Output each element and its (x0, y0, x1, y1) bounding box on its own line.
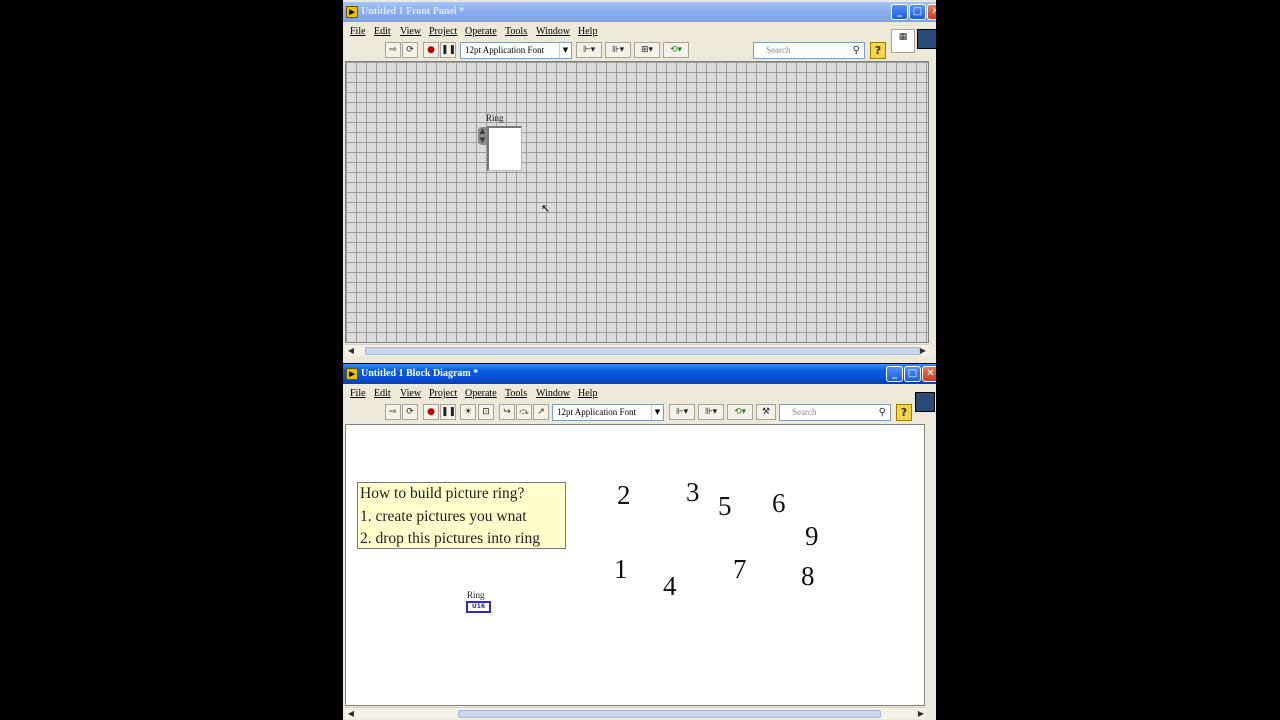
search-icon[interactable]: ⚲ (879, 405, 886, 420)
menu-bar: File Edit View Project Operate Tools Win… (343, 385, 936, 402)
labview-app-icon: ▶ (346, 6, 358, 18)
run-continuously-icon[interactable]: ⟳ (402, 404, 418, 420)
run-arrow-icon[interactable]: ⇨ (385, 404, 401, 420)
menu-help[interactable]: Help (578, 388, 597, 399)
maximize-icon[interactable]: □ (904, 366, 921, 382)
abort-icon[interactable]: ● (423, 42, 439, 58)
search-input[interactable]: Search ⚲ (753, 42, 865, 59)
window-title: Untitled 1 Block Diagram * (361, 368, 479, 379)
chevron-down-icon: ▼ (559, 43, 571, 58)
scroll-right-icon[interactable]: ▶ (915, 708, 927, 719)
connector-pane-icon[interactable]: ▦ (891, 29, 915, 53)
menu-window[interactable]: Window (536, 388, 570, 399)
close-icon[interactable]: ✕ (922, 366, 936, 382)
ring-control-label: Ring (486, 113, 504, 123)
menu-operate[interactable]: Operate (465, 388, 497, 399)
ring-terminal[interactable]: U16 (466, 601, 491, 613)
menu-file[interactable]: File (350, 26, 366, 37)
horizontal-scrollbar[interactable]: ◀ ▶ (345, 344, 929, 356)
pause-icon[interactable]: ❚❚ (440, 404, 456, 420)
maximize-icon[interactable]: □ (909, 4, 926, 20)
minimize-icon[interactable]: _ (891, 4, 908, 20)
digit-picture-8[interactable]: 8 (801, 561, 815, 592)
align-objects-icon[interactable]: ⊩▾ (669, 404, 695, 420)
menu-operate[interactable]: Operate (465, 26, 497, 37)
help-icon[interactable]: ? (870, 42, 886, 59)
close-icon[interactable]: ✕ (927, 4, 936, 20)
step-into-icon[interactable]: ↪ (499, 404, 515, 420)
block-diagram-toolbar: ⇨ ⟳ ● ❚❚ ☀ ⊡ ↪ ⤼ ↗ 12pt Application Font… (343, 392, 936, 422)
clean-up-diagram-icon[interactable]: ⚒ (756, 404, 776, 420)
front-panel-window: ▶ Untitled 1 Front Panel * _ □ ✕ File Ed… (343, 0, 936, 363)
font-select[interactable]: 12pt Application Font ▼ (552, 404, 664, 421)
abort-icon[interactable]: ● (423, 404, 439, 420)
search-input[interactable]: Search ⚲ (779, 404, 891, 421)
scroll-left-icon[interactable]: ◀ (345, 708, 357, 719)
digit-picture-4[interactable]: 4 (663, 571, 677, 602)
chevron-down-icon: ▼ (651, 405, 663, 420)
reorder-icon[interactable]: ⟲▾ (663, 42, 689, 58)
align-objects-icon[interactable]: ⊩▾ (576, 42, 602, 58)
digit-picture-6[interactable]: 6 (772, 488, 786, 519)
run-arrow-icon[interactable]: ⇨ (385, 42, 401, 58)
menu-tools[interactable]: Tools (505, 388, 527, 399)
vi-icon[interactable] (917, 29, 936, 49)
scroll-left-icon[interactable]: ◀ (345, 345, 357, 356)
scroll-right-icon[interactable]: ▶ (917, 345, 929, 356)
digit-picture-9[interactable]: 9 (805, 521, 819, 552)
scrollbar-thumb[interactable] (365, 347, 921, 355)
digit-picture-3[interactable]: 3 (686, 477, 700, 508)
digit-picture-7[interactable]: 7 (733, 554, 747, 585)
menu-view[interactable]: View (400, 388, 421, 399)
picture-ring-control[interactable] (487, 126, 522, 171)
font-select[interactable]: 12pt Application Font ▼ (460, 42, 572, 59)
step-over-icon[interactable]: ⤼ (516, 404, 532, 420)
menu-project[interactable]: Project (429, 26, 457, 37)
resize-objects-icon[interactable]: ⊞▾ (634, 42, 660, 58)
digit-picture-2[interactable]: 2 (617, 480, 631, 511)
step-out-icon[interactable]: ↗ (533, 404, 549, 420)
free-label-comment[interactable]: How to build picture ring? 1. create pic… (357, 482, 566, 549)
window-title: Untitled 1 Front Panel * (361, 6, 465, 17)
menu-project[interactable]: Project (429, 388, 457, 399)
run-continuously-icon[interactable]: ⟳ (402, 42, 418, 58)
menu-edit[interactable]: Edit (374, 26, 391, 37)
front-panel-titlebar[interactable]: ▶ Untitled 1 Front Panel * _ □ ✕ (343, 2, 936, 22)
highlight-execution-icon[interactable]: ☀ (460, 404, 476, 420)
reorder-icon[interactable]: ⟲▾ (727, 404, 753, 420)
distribute-objects-icon[interactable]: ⊪▾ (605, 42, 631, 58)
comment-line: 2. drop this pictures into ring (360, 530, 540, 547)
pause-icon[interactable]: ❚❚ (440, 42, 456, 58)
digit-picture-5[interactable]: 5 (718, 491, 732, 522)
menu-bar: File Edit View Project Operate Tools Win… (343, 23, 936, 40)
horizontal-scrollbar[interactable]: ◀ ▶ (345, 707, 927, 719)
retain-wire-values-icon[interactable]: ⊡ (478, 404, 494, 420)
digit-picture-1[interactable]: 1 (614, 554, 628, 585)
scrollbar-thumb[interactable] (458, 710, 881, 718)
menu-edit[interactable]: Edit (374, 388, 391, 399)
mouse-cursor-icon: ↖ (541, 202, 551, 215)
comment-line: How to build picture ring? (360, 485, 525, 502)
labview-app-icon: ▶ (346, 368, 358, 380)
menu-help[interactable]: Help (578, 26, 597, 37)
distribute-objects-icon[interactable]: ⊪▾ (698, 404, 724, 420)
vertical-scrollbar[interactable] (927, 424, 934, 706)
ring-terminal-label: Ring (467, 590, 485, 600)
minimize-icon[interactable]: _ (886, 366, 903, 382)
menu-view[interactable]: View (400, 26, 421, 37)
menu-tools[interactable]: Tools (505, 26, 527, 37)
ring-increment-icon[interactable]: ▲ ▼ (478, 127, 487, 145)
front-panel-toolbar: ⇨ ⟳ ● ❚❚ 12pt Application Font ▼ ⊩▾ ⊪▾ ⊞… (343, 29, 936, 60)
search-icon[interactable]: ⚲ (853, 43, 860, 58)
menu-file[interactable]: File (350, 388, 366, 399)
block-diagram-canvas[interactable] (345, 424, 925, 706)
help-icon[interactable]: ? (896, 404, 912, 421)
comment-line: 1. create pictures you wnat (360, 507, 527, 525)
vi-icon[interactable] (915, 392, 935, 412)
block-diagram-titlebar[interactable]: ▶ Untitled 1 Block Diagram * _ □ ✕ (343, 364, 936, 384)
front-panel-canvas[interactable] (345, 61, 929, 343)
vertical-scrollbar[interactable] (929, 61, 936, 343)
menu-window[interactable]: Window (536, 26, 570, 37)
